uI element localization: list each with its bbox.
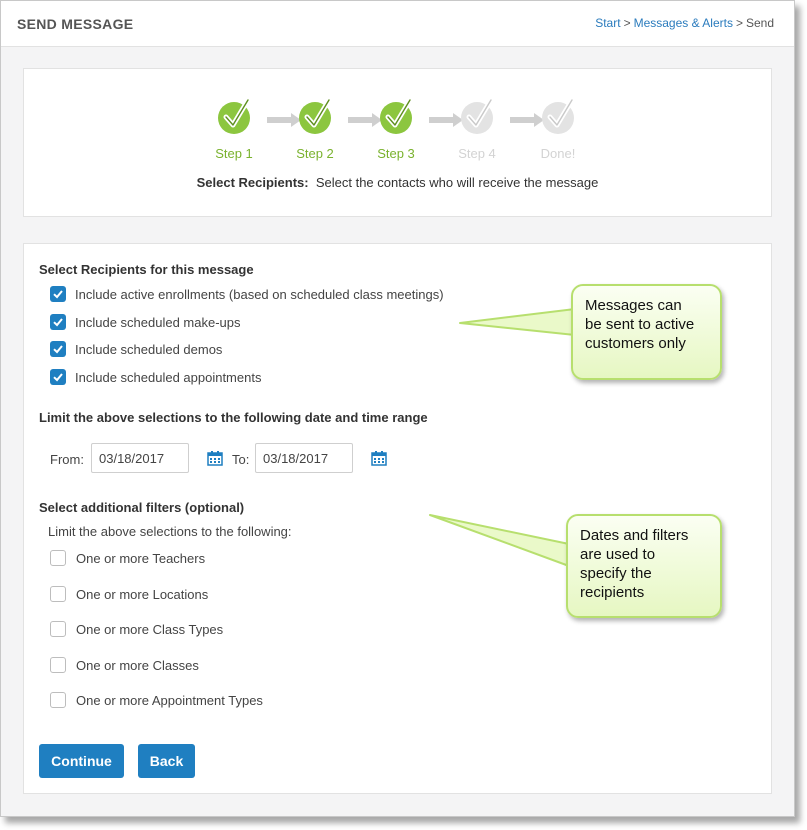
check-circle-icon xyxy=(218,97,251,134)
wizard-step-label: Step 4 xyxy=(458,146,496,161)
option-label: Include scheduled appointments xyxy=(75,369,262,385)
breadcrumb-start-link[interactable]: Start xyxy=(595,16,620,30)
step-description-title: Select Recipients: xyxy=(196,175,309,190)
to-label: To: xyxy=(232,452,250,467)
breadcrumb: Start > Messages & Alerts > Send xyxy=(595,16,774,30)
recipients-heading: Select Recipients for this message xyxy=(39,262,254,277)
checkbox-unchecked[interactable] xyxy=(50,621,66,637)
breadcrumb-separator: > xyxy=(735,16,743,30)
checkbox-unchecked[interactable] xyxy=(50,692,66,708)
callout-active-customers: Messages can be sent to active customers… xyxy=(571,284,722,380)
check-circle-icon xyxy=(542,97,575,134)
step-description-text: Select the contacts who will receive the… xyxy=(315,175,599,190)
callout-text: Messages can be sent to active customers… xyxy=(585,296,694,353)
calendar-icon[interactable] xyxy=(371,450,387,466)
step-description: Select Recipients: Select the contacts w… xyxy=(24,175,771,190)
wizard-steps-panel: Step 1 Step 2 Step 3 Step 4 Done! Select… xyxy=(23,68,772,217)
check-circle-icon xyxy=(299,97,332,134)
page-title: SEND MESSAGE xyxy=(17,16,134,32)
to-date-input[interactable] xyxy=(255,443,353,473)
include-makeups-option[interactable]: Include scheduled make-ups xyxy=(50,314,241,330)
check-circle-icon xyxy=(461,97,494,134)
calendar-icon[interactable] xyxy=(207,450,223,466)
send-message-window: SEND MESSAGE Start > Messages & Alerts > Sen… xyxy=(0,0,795,817)
checkbox-checked[interactable] xyxy=(50,341,66,357)
filter-appointment-types-option[interactable]: One or more Appointment Types xyxy=(50,692,263,708)
callout-dates-filters: Dates and filters are used to specify th… xyxy=(566,514,722,618)
wizard-step-1: Step 1 xyxy=(209,97,259,161)
wizard-step-2: Step 2 xyxy=(290,97,340,161)
wizard-step-label: Done! xyxy=(540,146,576,161)
filter-teachers-option[interactable]: One or more Teachers xyxy=(50,550,205,566)
option-label: Include active enrollments (based on sch… xyxy=(75,286,444,302)
option-label: One or more Appointment Types xyxy=(76,692,263,708)
callout-line: Messages can xyxy=(585,297,682,314)
checkbox-checked[interactable] xyxy=(50,314,66,330)
wizard-step-3: Step 3 xyxy=(371,97,421,161)
callout-line: Dates and filters xyxy=(580,527,689,544)
checkmark-icon xyxy=(53,373,63,382)
check-circle-icon xyxy=(380,97,413,134)
from-date-input[interactable] xyxy=(91,443,189,473)
checkbox-unchecked[interactable] xyxy=(50,657,66,673)
wizard-step-label: Step 2 xyxy=(296,146,334,161)
include-appointments-option[interactable]: Include scheduled appointments xyxy=(50,369,261,385)
filter-class-types-option[interactable]: One or more Class Types xyxy=(50,621,223,637)
wizard-step-done: Done! xyxy=(533,97,583,161)
checkbox-unchecked[interactable] xyxy=(50,550,66,566)
from-label: From: xyxy=(50,452,84,467)
checkmark-icon xyxy=(53,318,63,327)
option-label: Include scheduled make-ups xyxy=(75,314,241,330)
date-range-heading: Limit the above selections to the follow… xyxy=(39,410,428,425)
checkbox-checked[interactable] xyxy=(50,286,66,302)
include-demos-option[interactable]: Include scheduled demos xyxy=(50,341,222,357)
option-label: One or more Teachers xyxy=(76,550,206,566)
page-header: SEND MESSAGE Start > Messages & Alerts > Sen… xyxy=(1,1,794,47)
wizard-steps: Step 1 Step 2 Step 3 Step 4 Done! xyxy=(209,97,579,172)
continue-button[interactable]: Continue xyxy=(39,744,124,778)
filters-subheading: Limit the above selections to the follow… xyxy=(48,524,292,539)
callout-line: recipients xyxy=(580,584,645,601)
wizard-step-4: Step 4 xyxy=(452,97,502,161)
filter-classes-option[interactable]: One or more Classes xyxy=(50,657,199,673)
callout-line: customers only xyxy=(585,335,686,352)
callout-text: Dates and filters are used to specify th… xyxy=(580,526,688,602)
callout-line: specify the xyxy=(580,565,652,582)
back-button[interactable]: Back xyxy=(138,744,195,778)
include-active-enrollments-option[interactable]: Include active enrollments (based on sch… xyxy=(50,286,444,302)
option-label: One or more Classes xyxy=(76,657,199,673)
breadcrumb-current: Send xyxy=(745,16,774,30)
filter-locations-option[interactable]: One or more Locations xyxy=(50,586,208,602)
checkbox-checked[interactable] xyxy=(50,369,66,385)
checkbox-unchecked[interactable] xyxy=(50,586,66,602)
breadcrumb-messages-link[interactable]: Messages & Alerts xyxy=(634,16,733,30)
wizard-step-label: Step 3 xyxy=(377,146,415,161)
option-label: Include scheduled demos xyxy=(75,341,223,357)
checkmark-icon xyxy=(53,290,63,299)
option-label: One or more Locations xyxy=(76,586,209,602)
callout-line: be sent to active xyxy=(585,316,695,333)
filters-heading: Select additional filters (optional) xyxy=(39,500,245,515)
option-label: One or more Class Types xyxy=(76,621,224,637)
callout-line: are used to xyxy=(580,546,656,563)
breadcrumb-separator: > xyxy=(623,16,631,30)
checkmark-icon xyxy=(53,345,63,354)
wizard-step-label: Step 1 xyxy=(215,146,253,161)
